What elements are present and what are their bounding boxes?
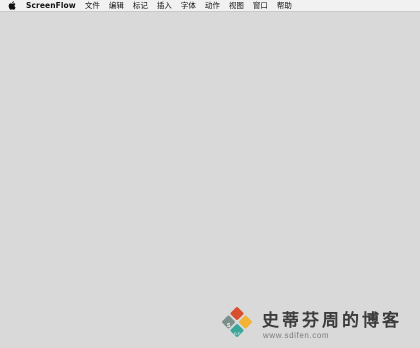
- menu-bar: ScreenFlow 文件 编辑 标记 插入 字体 动作 视图 窗口 帮助: [0, 0, 420, 12]
- menu-help[interactable]: 帮助: [277, 0, 292, 11]
- blog-logo-icon: S D F: [222, 307, 252, 337]
- app-name-menu[interactable]: ScreenFlow: [26, 1, 76, 10]
- menu-action[interactable]: 动作: [205, 0, 220, 11]
- menu-window[interactable]: 窗口: [253, 0, 268, 11]
- menu-mark[interactable]: 标记: [133, 0, 148, 11]
- svg-text:D F: D F: [234, 331, 241, 336]
- menu-view[interactable]: 视图: [229, 0, 244, 11]
- menu-insert[interactable]: 插入: [157, 0, 172, 11]
- menu-font[interactable]: 字体: [181, 0, 196, 11]
- menu-edit[interactable]: 编辑: [109, 0, 124, 11]
- apple-icon[interactable]: [8, 1, 16, 10]
- menu-file[interactable]: 文件: [85, 0, 100, 11]
- watermark: S D F 史蒂芬周的博客 www.sdifen.com: [220, 304, 416, 344]
- watermark-url: www.sdifen.com: [263, 331, 330, 340]
- watermark-title: 史蒂芬周的博客: [262, 311, 402, 331]
- desktop-background: [0, 12, 420, 348]
